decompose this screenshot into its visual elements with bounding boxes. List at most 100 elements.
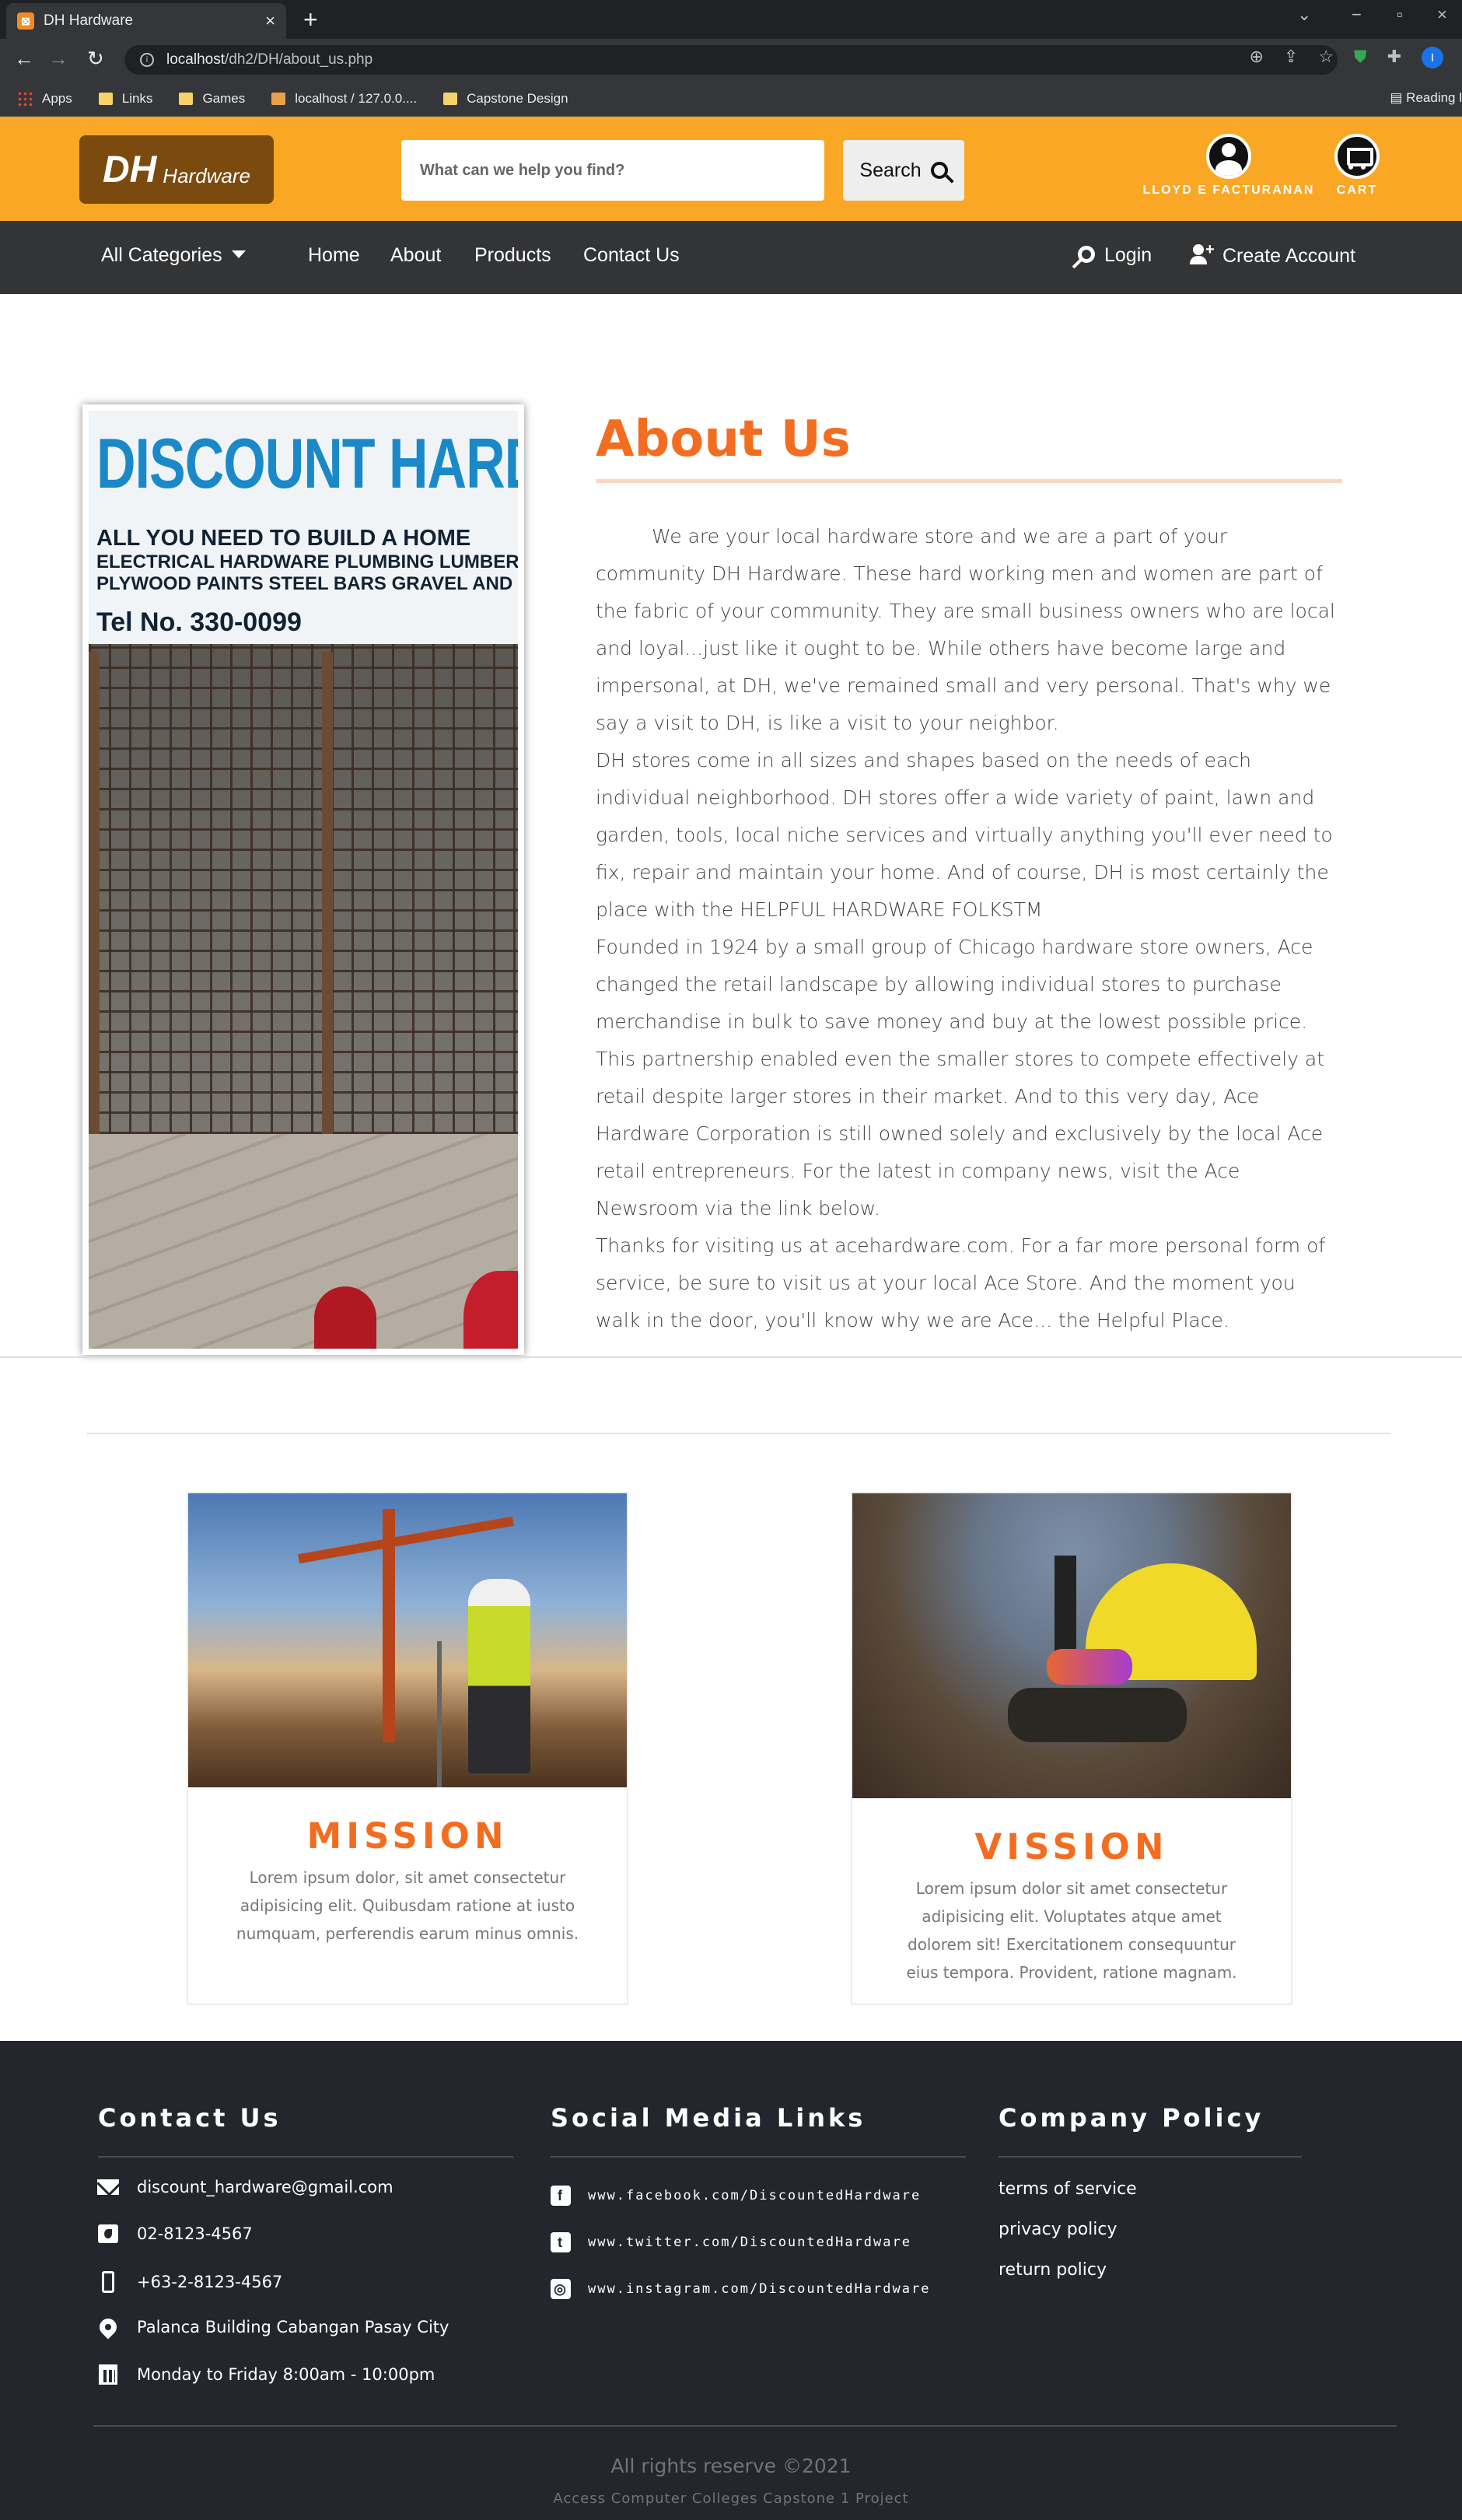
bookmark-games[interactable]: Games bbox=[179, 91, 245, 107]
about-body: We are your local hardware store and we … bbox=[596, 518, 1342, 1339]
user-name: LLOYD E FACTURANAN bbox=[1142, 184, 1315, 197]
site-info-icon[interactable]: i bbox=[140, 53, 154, 67]
sign-line: ALL YOU NEED TO BUILD A HOME bbox=[96, 526, 471, 551]
facebook-icon: f bbox=[551, 2186, 571, 2206]
profile-avatar[interactable]: I bbox=[1422, 47, 1443, 68]
logo-sub-text: Hardware bbox=[163, 163, 251, 187]
reload-icon[interactable]: ↻ bbox=[87, 47, 104, 71]
nav-link-about[interactable]: About bbox=[390, 244, 441, 267]
toolbar-icons: ⊕ ⇪ ☆ ⛊ ✚ I bbox=[1249, 47, 1443, 68]
copyright: All rights reserve ©2021 bbox=[610, 2455, 852, 2477]
policy-link-terms[interactable]: terms of service bbox=[999, 2179, 1137, 2199]
phone-icon bbox=[96, 2224, 120, 2243]
share-icon[interactable]: ⇪ bbox=[1284, 47, 1298, 68]
footer-contact-title: Contact Us bbox=[98, 2103, 282, 2133]
title-underline bbox=[596, 479, 1342, 483]
login-link[interactable]: Login bbox=[1074, 242, 1152, 267]
bookmark-localhost[interactable]: localhost / 127.0.0.... bbox=[271, 91, 417, 107]
contact-phone-text: 02-8123-4567 bbox=[137, 2224, 253, 2243]
footer-rule bbox=[999, 2156, 1302, 2158]
footer-rule bbox=[98, 2156, 513, 2158]
bookmark-apps[interactable]: Apps bbox=[17, 90, 72, 107]
social-link-text: www.twitter.com/DiscountedHardware bbox=[588, 2235, 911, 2250]
folder-icon bbox=[179, 92, 194, 105]
search-input[interactable] bbox=[401, 140, 824, 201]
social-link-facebook[interactable]: f www.facebook.com/DiscountedHardware bbox=[551, 2186, 921, 2206]
contact-phone[interactable]: 02-8123-4567 bbox=[96, 2224, 253, 2243]
search-button[interactable]: Search bbox=[843, 140, 964, 201]
extensions-puzzle-icon[interactable]: ✚ bbox=[1387, 47, 1401, 68]
sign-title: DISCOUNT HARDWARE bbox=[96, 424, 518, 503]
reading-list-label: Reading l bbox=[1406, 90, 1462, 105]
back-icon[interactable]: ← bbox=[14, 47, 34, 71]
bookmarks-bar: Apps Links Games localhost / 127.0.0....… bbox=[0, 81, 1462, 117]
bookmark-label: Capstone Design bbox=[467, 90, 568, 106]
safety-glasses bbox=[1047, 1649, 1132, 1685]
shield-extension-icon[interactable]: ⛊ bbox=[1354, 47, 1367, 68]
close-tab-icon[interactable]: × bbox=[265, 11, 275, 31]
search-icon bbox=[930, 162, 948, 179]
work-gloves bbox=[1008, 1688, 1187, 1742]
browser-toolbar: ← → ↻ i localhost /dh2/DH/about_us.php ⊕… bbox=[0, 39, 1462, 81]
minimize-icon[interactable]: − bbox=[1352, 5, 1362, 25]
login-label: Login bbox=[1104, 244, 1152, 266]
sign-tel: Tel No. 330-0099 bbox=[96, 607, 302, 637]
sign-line: ELECTRICAL HARDWARE PLUMBING LUMBER bbox=[96, 551, 518, 572]
footer-rule bbox=[551, 2156, 966, 2158]
policy-link-privacy[interactable]: privacy policy bbox=[999, 2220, 1117, 2239]
window-close-icon[interactable]: × bbox=[1437, 5, 1447, 25]
nav-link-products[interactable]: Products bbox=[474, 244, 551, 267]
project-credit: Access Computer Colleges Capstone 1 Proj… bbox=[553, 2490, 909, 2507]
map-pin-icon bbox=[96, 2315, 121, 2340]
footer-social-title: Social Media Links bbox=[551, 2103, 866, 2133]
zoom-icon[interactable]: ⊕ bbox=[1249, 47, 1263, 68]
new-tab-icon[interactable]: + bbox=[303, 6, 318, 33]
reading-list-icon: ▤ bbox=[1390, 90, 1407, 105]
restore-icon[interactable]: ▫ bbox=[1397, 5, 1403, 25]
sign-line: PLYWOOD PAINTS STEEL BARS GRAVEL AND SAN… bbox=[96, 573, 518, 594]
store-gate bbox=[89, 644, 518, 1134]
apps-grid-icon bbox=[17, 90, 33, 107]
reading-list[interactable]: ▤ Reading l bbox=[1390, 90, 1462, 106]
nav-link-contact[interactable]: Contact Us bbox=[583, 244, 680, 267]
forward-icon[interactable]: → bbox=[48, 47, 68, 71]
contact-email[interactable]: discount_hardware@gmail.com bbox=[96, 2178, 393, 2196]
site-header: DH Hardware Search LLOYD E FACTURANAN CA… bbox=[0, 117, 1462, 221]
all-categories-dropdown[interactable]: All Categories bbox=[101, 244, 246, 267]
motorcycle bbox=[314, 1286, 376, 1349]
crane-arm bbox=[298, 1516, 514, 1564]
about-paragraph: DH stores come in all sizes and shapes b… bbox=[596, 749, 1333, 921]
social-link-twitter[interactable]: t www.twitter.com/DiscountedHardware bbox=[551, 2232, 911, 2252]
section-divider bbox=[87, 1433, 1390, 1434]
address-bar[interactable]: i localhost /dh2/DH/about_us.php bbox=[124, 45, 1338, 75]
browser-tab-strip: ⊠ DH Hardware × + ⌄ − ▫ × bbox=[0, 0, 1462, 39]
user-account[interactable]: LLOYD E FACTURANAN bbox=[1135, 134, 1322, 198]
footer-policy-title: Company Policy bbox=[999, 2103, 1264, 2133]
site-logo[interactable]: DH Hardware bbox=[79, 135, 274, 204]
url-path: /dh2/DH/about_us.php bbox=[225, 51, 373, 68]
key-icon bbox=[1074, 242, 1099, 267]
all-categories-label: All Categories bbox=[101, 244, 222, 266]
bookmark-capstone[interactable]: Capstone Design bbox=[443, 91, 568, 107]
caret-down-icon bbox=[231, 250, 246, 258]
pavement bbox=[89, 1134, 518, 1349]
create-account-label: Create Account bbox=[1222, 245, 1355, 267]
social-link-instagram[interactable]: ◎ www.instagram.com/DiscountedHardware bbox=[551, 2279, 930, 2299]
vision-photo bbox=[852, 1493, 1291, 1798]
bookmark-star-icon[interactable]: ☆ bbox=[1318, 47, 1334, 68]
nav-link-home[interactable]: Home bbox=[308, 244, 360, 267]
bookmark-links[interactable]: Links bbox=[98, 91, 152, 107]
create-account-link[interactable]: Create Account bbox=[1190, 241, 1355, 268]
policy-link-return[interactable]: return policy bbox=[999, 2260, 1107, 2280]
about-paragraph: We are your local hardware store and we … bbox=[596, 525, 1335, 734]
contact-mobile-text: +63-2-8123-4567 bbox=[137, 2273, 283, 2291]
mission-card: MISSION Lorem ipsum dolor, sit amet cons… bbox=[187, 1492, 628, 2005]
folder-icon bbox=[98, 92, 113, 105]
browser-tab[interactable]: ⊠ DH Hardware × bbox=[6, 3, 286, 39]
cart-link[interactable]: CART bbox=[1322, 134, 1392, 198]
tab-search-icon[interactable]: ⌄ bbox=[1297, 5, 1311, 25]
social-link-text: www.facebook.com/DiscountedHardware bbox=[588, 2188, 922, 2203]
phpmyadmin-icon bbox=[271, 92, 286, 105]
contact-mobile[interactable]: +63-2-8123-4567 bbox=[96, 2271, 282, 2293]
social-link-text: www.instagram.com/DiscountedHardware bbox=[588, 2281, 931, 2297]
